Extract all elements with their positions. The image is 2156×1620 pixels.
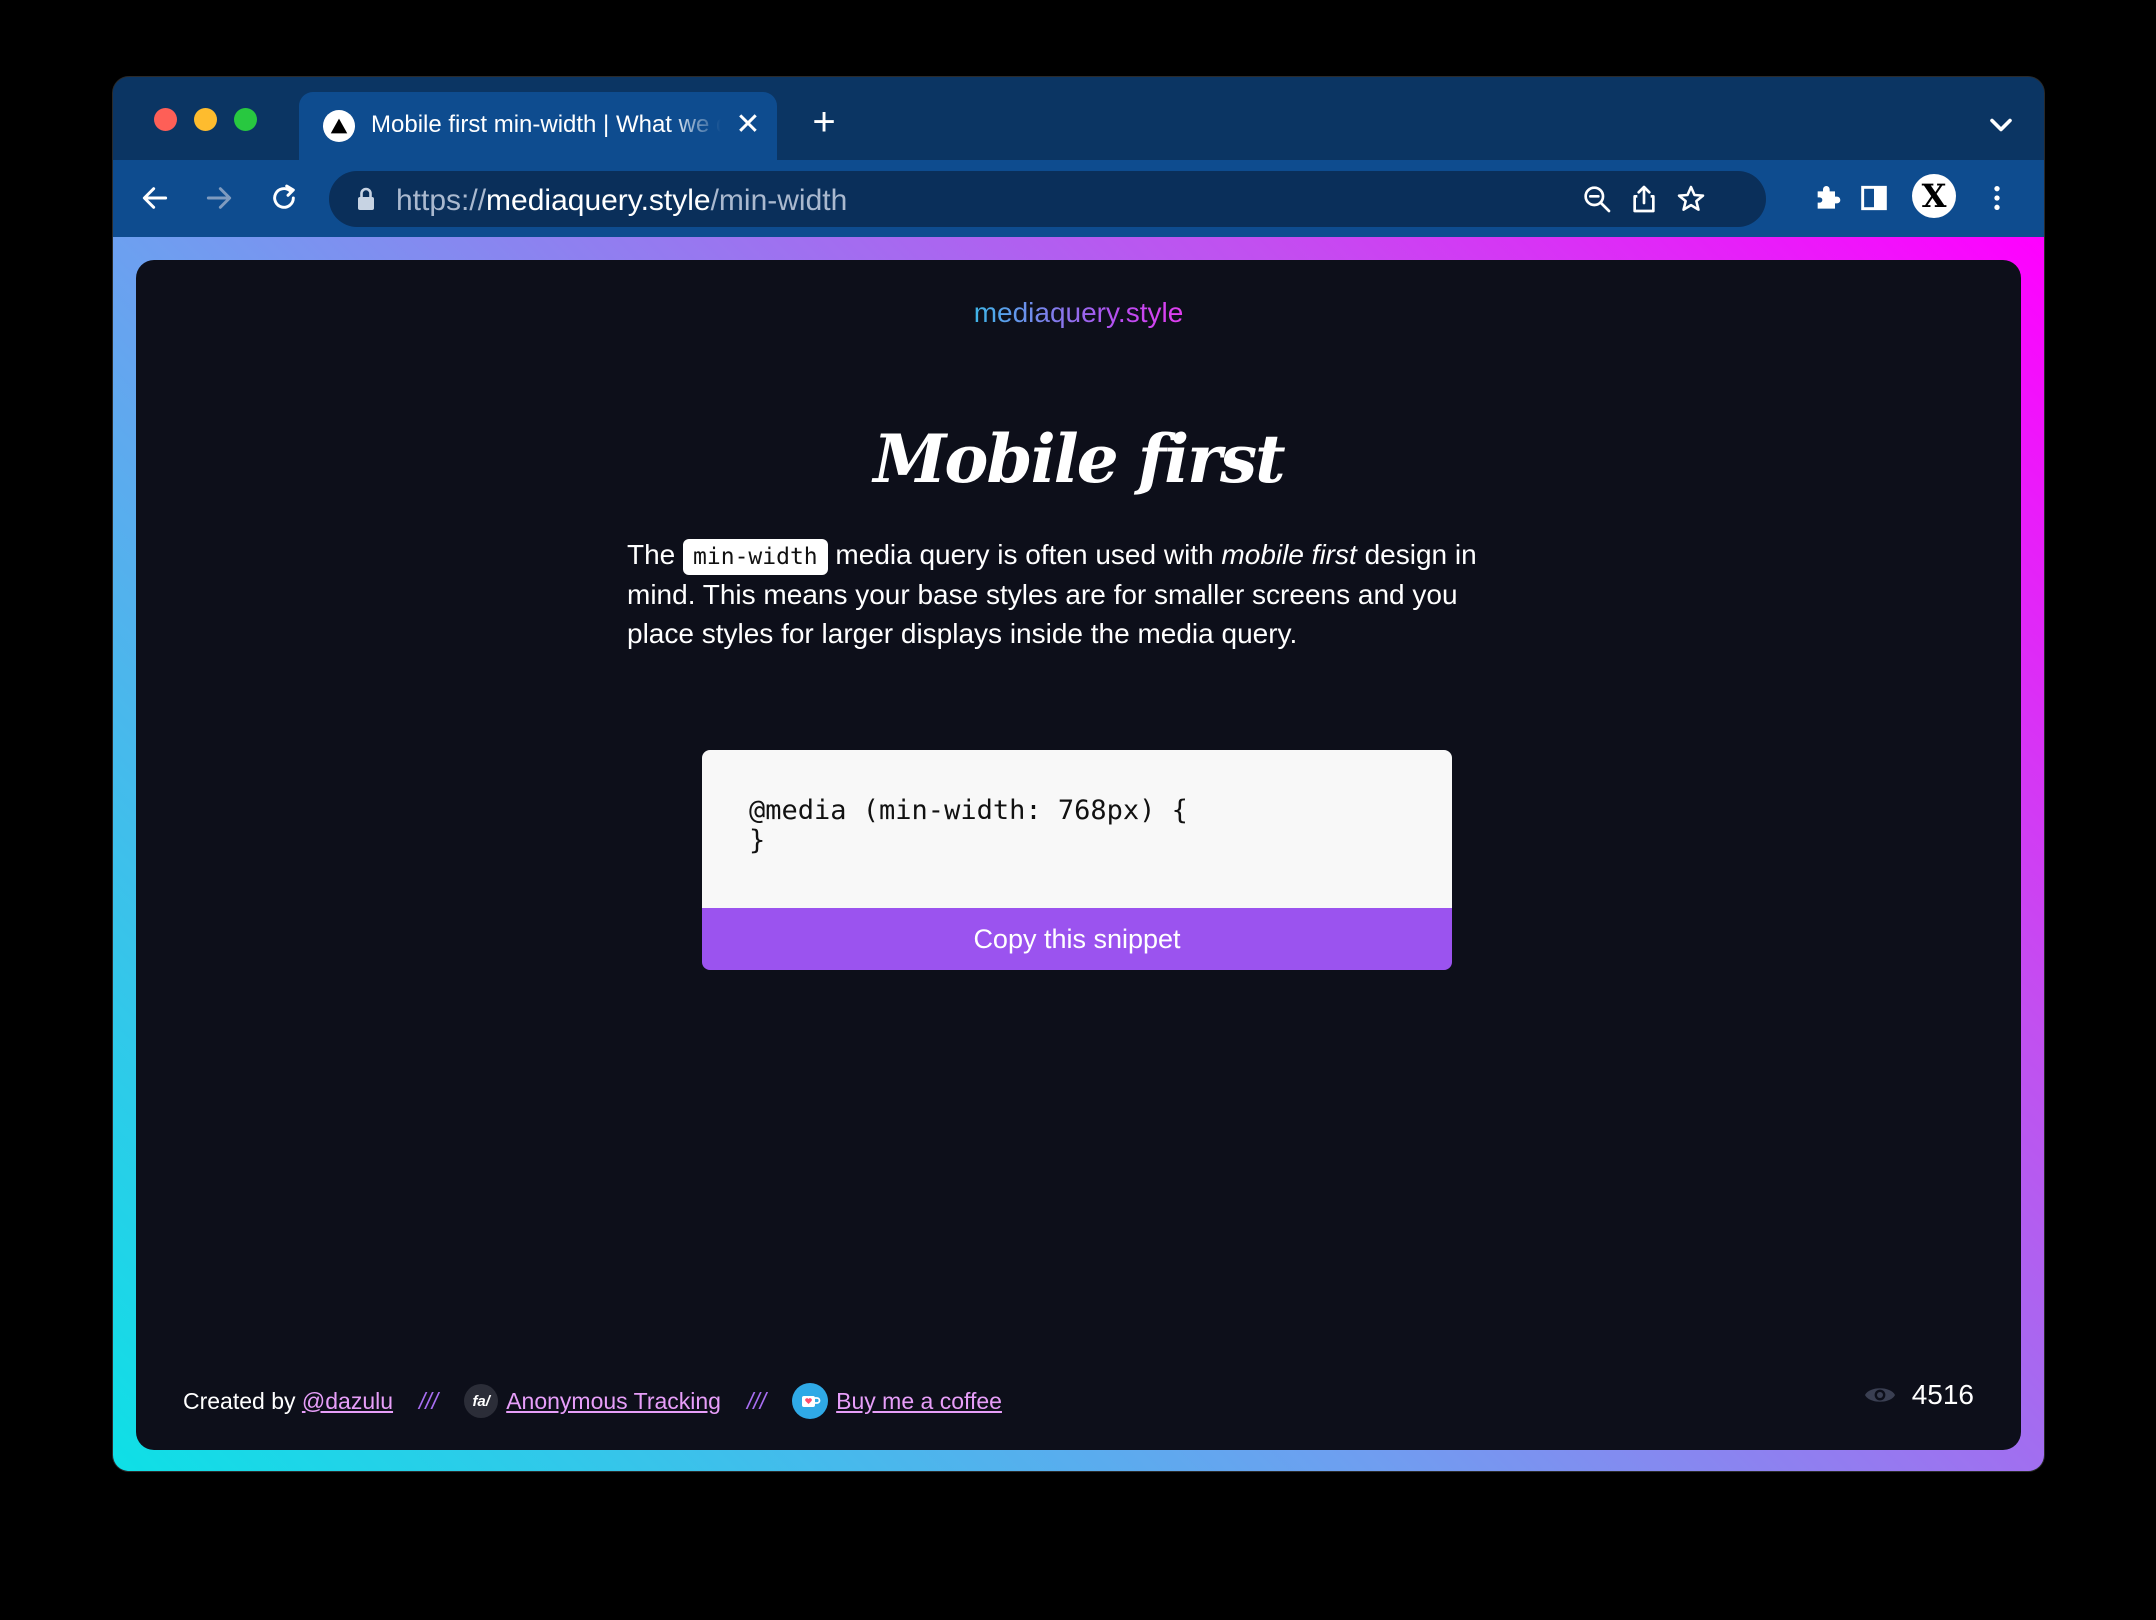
address-bar[interactable]: https://mediaquery.style/min-width <box>329 171 1766 227</box>
separator: /// <box>419 1387 439 1414</box>
url-scheme: https:// <box>396 184 487 217</box>
share-icon[interactable] <box>1628 183 1660 215</box>
tab-title: Mobile first min-width | What we do <box>371 111 721 138</box>
code-snippet-card: @media (min-width: 768px) { } Copy this … <box>702 750 1452 970</box>
triangle-logo-icon <box>323 110 355 142</box>
view-count: 4516 <box>1911 1379 1974 1410</box>
bookmark-star-icon[interactable] <box>1675 183 1707 215</box>
url-path: /min-width <box>710 184 848 217</box>
created-by-text: Created by <box>183 1387 302 1414</box>
reload-icon[interactable] <box>264 178 304 218</box>
zoom-icon[interactable] <box>1581 183 1613 215</box>
content-card: mediaquery.style Mobile first The min-wi… <box>136 260 2021 1450</box>
zoom-window-button[interactable] <box>234 108 257 131</box>
back-arrow-icon[interactable] <box>135 178 175 218</box>
eye-icon <box>1864 1388 1895 1402</box>
forward-arrow-icon[interactable] <box>199 178 239 218</box>
tab-search-chevron-icon[interactable] <box>1983 107 2019 143</box>
inline-code: min-width <box>683 539 828 575</box>
buy-me-a-coffee-link[interactable]: Buy me a coffee <box>836 1388 1002 1415</box>
new-tab-plus-icon[interactable]: + <box>804 102 844 144</box>
extensions-puzzle-icon[interactable] <box>1807 178 1847 218</box>
fathom-analytics-icon: fa/ <box>464 1384 499 1418</box>
anonymous-tracking-link[interactable]: Anonymous Tracking <box>506 1388 721 1415</box>
url-text: https://mediaquery.style/min-width <box>396 184 847 218</box>
page-viewport: mediaquery.style Mobile first The min-wi… <box>113 237 2044 1471</box>
author-link[interactable]: @dazulu <box>302 1388 393 1415</box>
intro-middle: media query is often used with <box>827 539 1222 570</box>
coffee-cup-icon <box>792 1383 829 1419</box>
profile-avatar[interactable]: X <box>1912 174 1956 218</box>
footer: Created by @dazulu /// fa/ Anonymous Tra… <box>183 1379 1974 1423</box>
lock-icon[interactable] <box>355 186 377 212</box>
intro-prefix: The <box>627 539 684 570</box>
site-brand[interactable]: mediaquery.style <box>136 297 2021 329</box>
separator: /// <box>746 1387 767 1414</box>
copy-snippet-button[interactable]: Copy this snippet <box>702 908 1452 970</box>
intro-emphasis: mobile first <box>1221 539 1357 570</box>
intro-paragraph: The min-width media query is often used … <box>627 535 1527 653</box>
code-snippet[interactable]: @media (min-width: 768px) { } <box>702 750 1452 908</box>
brand-text[interactable]: mediaquery.style <box>974 297 1184 328</box>
url-host: mediaquery.style <box>486 184 711 217</box>
side-panel-icon[interactable] <box>1854 178 1894 218</box>
view-counter: 4516 <box>1862 1377 1974 1413</box>
browser-window: Mobile first min-width | What we do ✕ + … <box>113 77 2044 1471</box>
minimize-window-button[interactable] <box>194 108 217 131</box>
footer-links: Created by @dazulu /// fa/ Anonymous Tra… <box>183 1383 1002 1419</box>
more-menu-icon[interactable] <box>1977 178 2017 218</box>
page-title: Mobile first <box>873 420 1285 498</box>
active-tab[interactable]: Mobile first min-width | What we do ✕ <box>299 92 777 160</box>
browser-toolbar: https://mediaquery.style/min-width X <box>113 160 2044 237</box>
close-window-button[interactable] <box>154 108 177 131</box>
tab-strip: Mobile first min-width | What we do ✕ + <box>113 77 2044 160</box>
close-tab-icon[interactable]: ✕ <box>732 110 764 142</box>
